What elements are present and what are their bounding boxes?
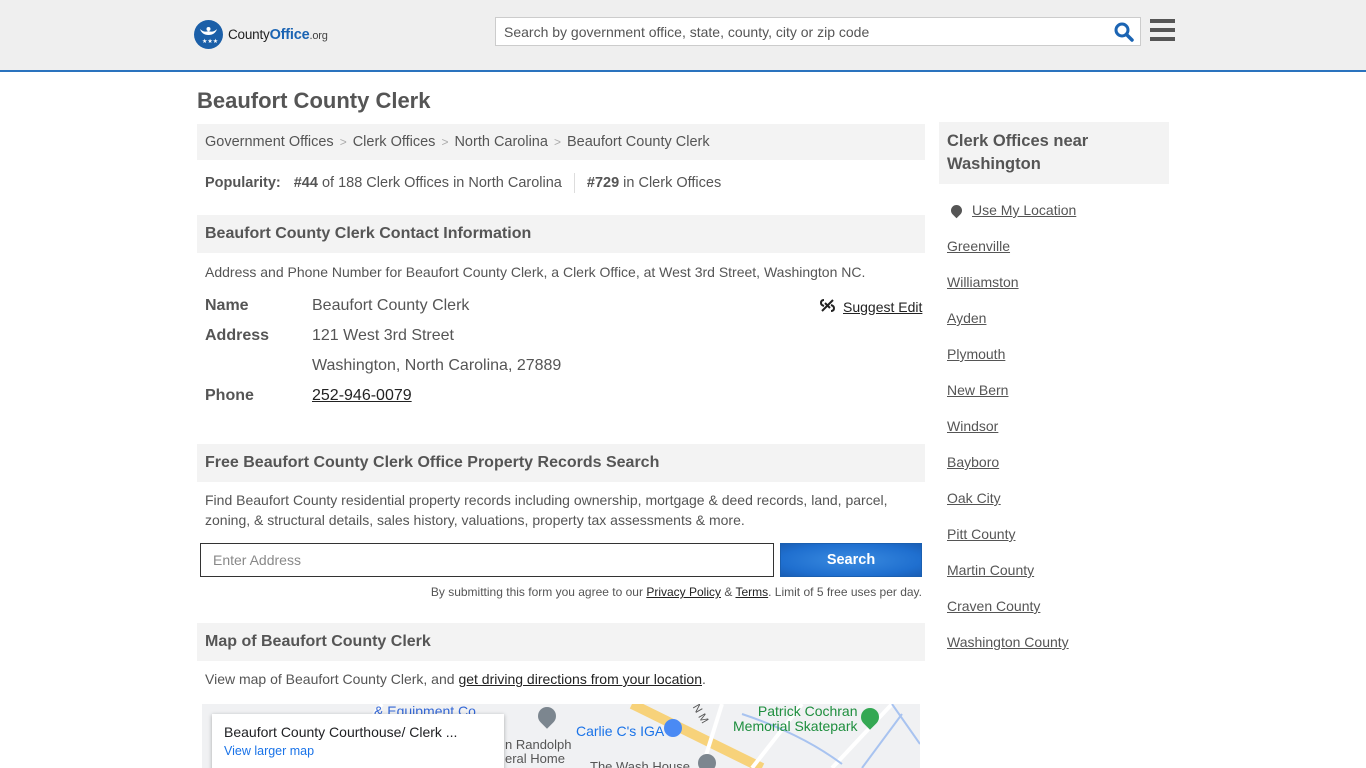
address-input[interactable] bbox=[200, 543, 774, 577]
national-rank: #729 in Clerk Offices bbox=[586, 175, 722, 191]
property-search-button[interactable]: Search bbox=[780, 543, 922, 577]
breadcrumb-north-carolina[interactable]: North Carolina bbox=[454, 134, 548, 150]
address-label: Address bbox=[205, 327, 270, 344]
site-logo[interactable]: ★★★ CountyOffice.org bbox=[194, 20, 328, 49]
sidebar-link-martin-county[interactable]: Martin County bbox=[947, 562, 1034, 578]
map-card-title: Beaufort County Courthouse/ Clerk ... bbox=[224, 724, 458, 740]
suggest-edit-link[interactable]: Suggest Edit bbox=[843, 299, 922, 315]
name-value: Beaufort County Clerk bbox=[312, 297, 470, 314]
privacy-policy-link[interactable]: Privacy Policy bbox=[646, 585, 721, 599]
breadcrumb-clerk-offices[interactable]: Clerk Offices bbox=[353, 134, 436, 150]
phone-label: Phone bbox=[205, 387, 254, 404]
terms-link[interactable]: Terms bbox=[735, 585, 768, 599]
map-info-card: Beaufort County Courthouse/ Clerk ... Vi… bbox=[212, 714, 504, 768]
use-my-location[interactable]: Use My Location bbox=[947, 202, 1076, 218]
sidebar-link-craven-county[interactable]: Craven County bbox=[947, 598, 1040, 614]
sidebar-link-oak-city[interactable]: Oak City bbox=[947, 490, 1001, 506]
breadcrumb: Government Offices > Clerk Offices > North C… bbox=[197, 124, 925, 160]
phone-link[interactable]: 252-946-0079 bbox=[312, 387, 412, 404]
popularity-label: Popularity: bbox=[205, 175, 281, 191]
sidebar-link-ayden[interactable]: Ayden bbox=[947, 310, 986, 326]
property-heading: Free Beaufort County Clerk Office Proper… bbox=[197, 444, 925, 482]
sidebar-heading: Clerk Offices near Washington bbox=[939, 122, 1169, 184]
shopping-cart-pin-icon bbox=[664, 719, 682, 737]
address-line1: 121 West 3rd Street bbox=[312, 327, 454, 344]
property-description: Find Beaufort County residential propert… bbox=[205, 492, 888, 528]
breadcrumb-separator: > bbox=[553, 135, 561, 149]
view-larger-map-link[interactable]: View larger map bbox=[224, 744, 492, 758]
sidebar-link-washington-county[interactable]: Washington County bbox=[947, 634, 1069, 650]
logo-text: CountyOffice.org bbox=[228, 26, 328, 43]
site-header: ★★★ CountyOffice.org bbox=[0, 0, 1366, 72]
sidebar-link-bayboro[interactable]: Bayboro bbox=[947, 454, 999, 470]
map-description: View map of Beaufort County Clerk, and g… bbox=[205, 671, 706, 687]
map-label-carlie: Carlie C's IGA bbox=[576, 723, 665, 739]
embedded-map[interactable]: & Equipment Co. n Randolph eral Home Carl… bbox=[202, 704, 920, 768]
breadcrumb-separator: > bbox=[339, 135, 347, 149]
contact-description: Address and Phone Number for Beaufort Co… bbox=[205, 264, 866, 280]
svg-text:★★★: ★★★ bbox=[202, 38, 218, 45]
site-search-input[interactable] bbox=[496, 18, 1096, 45]
sidebar-link-windsor[interactable]: Windsor bbox=[947, 418, 998, 434]
sidebar-link-greenville[interactable]: Greenville bbox=[947, 238, 1010, 254]
form-disclaimer: By submitting this form you agree to our… bbox=[430, 585, 922, 599]
sidebar-link-new-bern[interactable]: New Bern bbox=[947, 382, 1008, 398]
breadcrumb-government-offices[interactable]: Government Offices bbox=[205, 134, 334, 150]
broken-link-icon bbox=[819, 298, 836, 316]
map-label-skatepark: Patrick Cochran Memorial Skatepark bbox=[733, 704, 858, 734]
address-line2: Washington, North Carolina, 27889 bbox=[312, 357, 562, 374]
state-rank: #44 of 188 Clerk Offices in North Caroli… bbox=[293, 175, 562, 191]
driving-directions-link[interactable]: get driving directions from your locatio… bbox=[458, 671, 702, 687]
use-my-location-link[interactable]: Use My Location bbox=[972, 202, 1076, 218]
sidebar-link-plymouth[interactable]: Plymouth bbox=[947, 346, 1005, 362]
search-icon[interactable] bbox=[1114, 22, 1134, 42]
map-heading: Map of Beaufort County Clerk bbox=[197, 623, 925, 661]
map-label-funeral-home: n Randolph eral Home bbox=[505, 737, 572, 766]
breadcrumb-current: Beaufort County Clerk bbox=[566, 134, 710, 150]
popularity-bar: Popularity: #44 of 188 Clerk Offices in … bbox=[205, 173, 721, 193]
hamburger-menu-icon[interactable] bbox=[1150, 19, 1175, 41]
map-pin-icon bbox=[698, 754, 716, 768]
popularity-divider bbox=[573, 173, 575, 193]
name-label: Name bbox=[205, 297, 249, 314]
phone-value: 252-946-0079 bbox=[312, 387, 412, 405]
site-search bbox=[495, 17, 1141, 46]
contact-heading: Beaufort County Clerk Contact Informatio… bbox=[197, 215, 925, 253]
breadcrumb-separator: > bbox=[441, 135, 449, 149]
map-label-wash-house: The Wash House bbox=[590, 759, 690, 768]
location-pin-icon bbox=[948, 202, 965, 218]
suggest-edit[interactable]: Suggest Edit bbox=[819, 298, 922, 316]
page-title: Beaufort County Clerk bbox=[197, 88, 431, 113]
sidebar-link-williamston[interactable]: Williamston bbox=[947, 274, 1019, 290]
eagle-logo-icon: ★★★ bbox=[194, 20, 223, 49]
sidebar-link-pitt-county[interactable]: Pitt County bbox=[947, 526, 1015, 542]
